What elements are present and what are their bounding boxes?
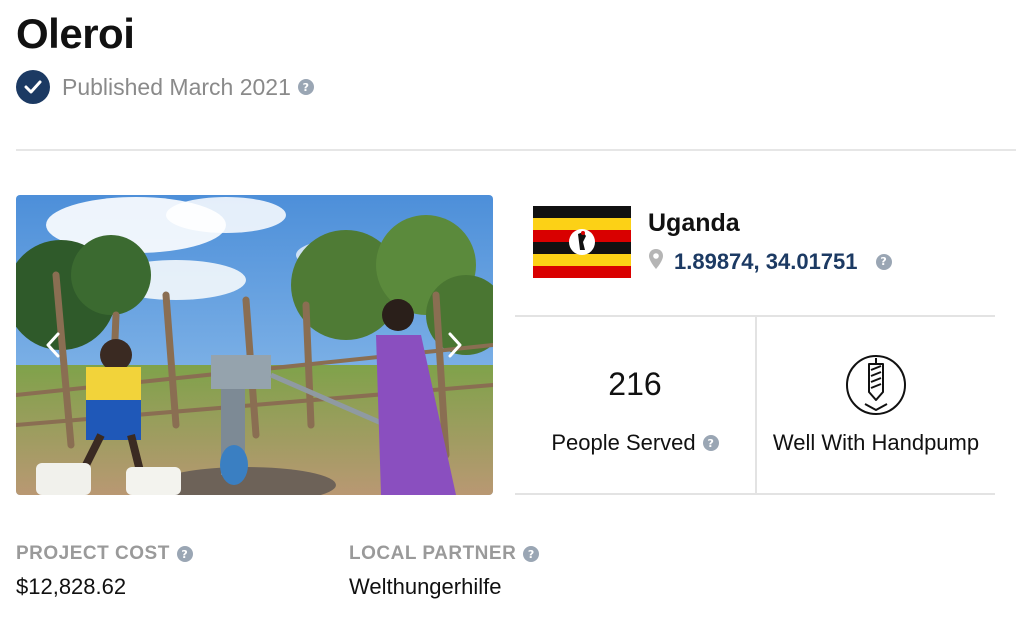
water-source-type: Well With Handpump	[772, 430, 980, 455]
chevron-right-icon	[448, 332, 462, 358]
country-name: Uganda	[648, 209, 740, 237]
stats-divider-bottom	[515, 493, 995, 495]
help-icon[interactable]: ?	[297, 79, 314, 95]
well-handpump-icon	[845, 354, 907, 416]
help-icon[interactable]: ?	[702, 435, 719, 451]
project-cost-label-row: PROJECT COST ?	[16, 543, 193, 565]
coordinates-link[interactable]: 1.89874, 34.01751	[674, 249, 858, 275]
verified-check-icon	[16, 70, 50, 104]
published-status: Published March 2021 ?	[16, 70, 314, 104]
published-date: Published March 2021	[62, 73, 291, 100]
people-served-count: 216	[608, 366, 662, 402]
project-photo	[16, 195, 493, 495]
help-icon[interactable]: ?	[875, 253, 892, 270]
local-partner-label: LOCAL PARTNER	[349, 543, 517, 564]
local-partner-label-row: LOCAL PARTNER ?	[349, 543, 540, 565]
header-divider	[16, 149, 1016, 151]
stats-divider-vertical	[755, 317, 757, 493]
help-icon[interactable]: ?	[523, 546, 540, 562]
people-served-label: People Served	[551, 430, 696, 455]
project-cost-label: PROJECT COST	[16, 543, 170, 564]
local-partner-name[interactable]: Welthungerhilfe	[349, 574, 501, 600]
people-served-label-row: People Served ?	[515, 430, 755, 456]
project-cost-value: $12,828.62	[16, 574, 127, 599]
uganda-flag	[533, 206, 631, 278]
project-photo-gallery[interactable]	[16, 195, 493, 495]
help-icon[interactable]: ?	[176, 546, 193, 562]
project-title: Oleroi	[16, 10, 135, 57]
location-coordinates: 1.89874, 34.01751 ?	[648, 248, 892, 275]
gallery-next-button[interactable]	[440, 325, 470, 365]
map-pin-icon	[648, 248, 664, 275]
chevron-left-icon	[46, 332, 60, 358]
gallery-prev-button[interactable]	[38, 325, 68, 365]
